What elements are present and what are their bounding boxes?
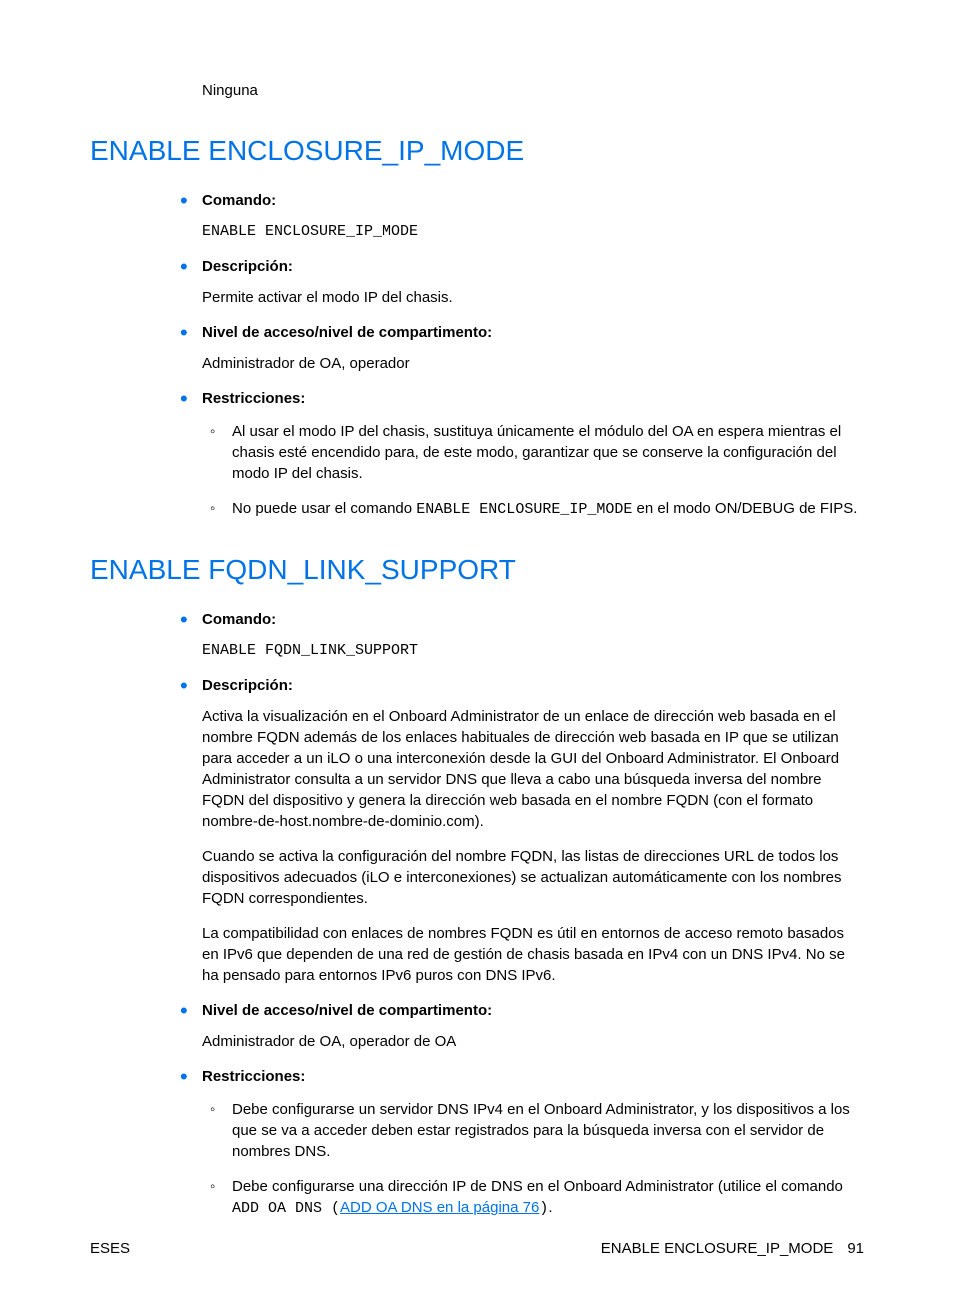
restriction-text-b: en el modo ON/DEBUG de FIPS. (632, 500, 857, 517)
label-nivel: Nivel de acceso/nivel de compartimento: (202, 1002, 492, 1019)
page-footer: ESES ENABLE ENCLOSURE_IP_MODE 91 (90, 1238, 864, 1259)
desc-paragraph: La compatibilidad con enlaces de nombres… (202, 923, 864, 986)
section-enable-enclosure-ip-mode: ENABLE ENCLOSURE_IP_MODE Comando: ENABLE… (90, 131, 864, 520)
restriction-item: Debe configurarse una dirección IP de DN… (202, 1176, 864, 1219)
orphan-text: Ninguna (202, 80, 864, 101)
label-descripcion: Descripción: (202, 258, 293, 275)
item-descripcion: Descripción: Permite activar el modo IP … (172, 256, 864, 308)
item-comando: Comando: ENABLE FQDN_LINK_SUPPORT (172, 609, 864, 661)
restriction-item: Al usar el modo IP del chasis, sustituya… (202, 421, 864, 484)
link-add-oa-dns[interactable]: ADD OA DNS en la página 76 (340, 1199, 539, 1216)
item-comando: Comando: ENABLE ENCLOSURE_IP_MODE (172, 190, 864, 242)
text-nivel: Administrador de OA, operador de OA (202, 1031, 864, 1052)
restriction-item: Debe configurarse un servidor DNS IPv4 e… (202, 1099, 864, 1162)
label-comando: Comando: (202, 611, 276, 628)
footer-left: ESES (90, 1238, 130, 1259)
desc-paragraph: Activa la visualización en el Onboard Ad… (202, 706, 864, 832)
item-descripcion: Descripción: Activa la visualización en … (172, 675, 864, 986)
restriction-code: ENABLE ENCLOSURE_IP_MODE (416, 501, 632, 518)
text-nivel: Administrador de OA, operador (202, 353, 864, 374)
footer-page-number: 91 (847, 1238, 864, 1259)
text-descripcion: Permite activar el modo IP del chasis. (202, 287, 864, 308)
label-descripcion: Descripción: (202, 677, 293, 694)
item-restricciones: Restricciones: Debe configurarse un serv… (172, 1066, 864, 1219)
paren-open: ( (322, 1200, 340, 1217)
restriction-code: ADD OA DNS (232, 1200, 322, 1217)
label-restricciones: Restricciones: (202, 1068, 305, 1085)
restriction-text-a: No puede usar el comando (232, 500, 416, 517)
restriction-text: Debe configurarse un servidor DNS IPv4 e… (232, 1101, 850, 1160)
section-enable-fqdn-link-support: ENABLE FQDN_LINK_SUPPORT Comando: ENABLE… (90, 550, 864, 1219)
label-nivel: Nivel de acceso/nivel de compartimento: (202, 324, 492, 341)
item-restricciones: Restricciones: Al usar el modo IP del ch… (172, 388, 864, 520)
restriction-item: No puede usar el comando ENABLE ENCLOSUR… (202, 498, 864, 520)
restriction-text-b: . (548, 1199, 552, 1216)
restriction-text-a: Debe configurarse una dirección IP de DN… (232, 1178, 843, 1195)
paren-close: ) (539, 1200, 548, 1217)
restriction-text: Al usar el modo IP del chasis, sustituya… (232, 423, 841, 482)
code-comando: ENABLE ENCLOSURE_IP_MODE (202, 221, 864, 242)
item-nivel: Nivel de acceso/nivel de compartimento: … (172, 1000, 864, 1052)
code-comando: ENABLE FQDN_LINK_SUPPORT (202, 640, 864, 661)
heading-enable-fqdn-link-support: ENABLE FQDN_LINK_SUPPORT (90, 550, 864, 589)
footer-section-title: ENABLE ENCLOSURE_IP_MODE (601, 1238, 834, 1259)
heading-enable-enclosure-ip-mode: ENABLE ENCLOSURE_IP_MODE (90, 131, 864, 170)
desc-paragraph: Cuando se activa la configuración del no… (202, 846, 864, 909)
label-comando: Comando: (202, 192, 276, 209)
label-restricciones: Restricciones: (202, 390, 305, 407)
item-nivel: Nivel de acceso/nivel de compartimento: … (172, 322, 864, 374)
